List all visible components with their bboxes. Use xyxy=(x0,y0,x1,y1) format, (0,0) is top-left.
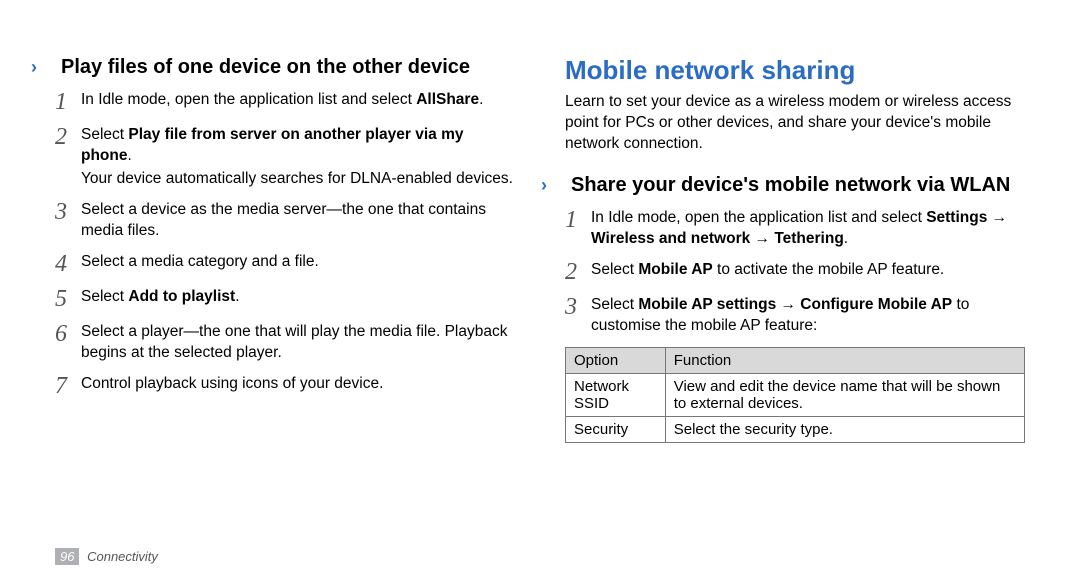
step-number: 2 xyxy=(55,125,81,190)
right-subhead: ›Share your device's mobile network via … xyxy=(565,173,1025,198)
step-body: Select a device as the media server—the … xyxy=(81,200,515,242)
table-header-row: Option Function xyxy=(566,347,1025,373)
step-number: 5 xyxy=(55,287,81,312)
table-cell-option: Network SSID xyxy=(566,373,666,416)
step-bold: AllShare xyxy=(416,91,479,108)
step-text: Select a media category and a file. xyxy=(81,252,515,273)
step-suffix: . xyxy=(844,230,848,247)
step-prefix: Select a media category and a file. xyxy=(81,253,319,270)
step-suffix: . xyxy=(479,91,483,108)
table-cell-function: View and edit the device name that will … xyxy=(665,373,1024,416)
step-suffix: . xyxy=(128,147,132,164)
table-header-function: Function xyxy=(665,347,1024,373)
step-item: 1In Idle mode, open the application list… xyxy=(55,90,515,115)
step-number: 6 xyxy=(55,322,81,364)
step-suffix: . xyxy=(235,288,239,305)
step-item: 7Control playback using icons of your de… xyxy=(55,374,515,399)
step-item: 3Select a device as the media server—the… xyxy=(55,200,515,242)
step-item: 3Select Mobile AP settings → Configure M… xyxy=(565,295,1025,337)
step-number: 3 xyxy=(55,200,81,242)
step-text: Select a device as the media server—the … xyxy=(81,200,515,242)
step-prefix: Select xyxy=(81,126,128,143)
table-cell-option: Security xyxy=(566,416,666,442)
step-bold: Add to playlist xyxy=(128,288,235,305)
right-column: Mobile network sharing Learn to set your… xyxy=(565,55,1025,443)
step-item: 6Select a player—the one that will play … xyxy=(55,322,515,364)
step-suffix: to activate the mobile AP feature. xyxy=(713,261,945,278)
step-prefix: Select xyxy=(591,261,638,278)
right-subhead-text: Share your device's mobile network via W… xyxy=(571,174,1010,196)
step-number: 3 xyxy=(565,295,591,337)
step-body: Select Mobile AP settings → Configure Mo… xyxy=(591,295,1025,337)
step-body: Control playback using icons of your dev… xyxy=(81,374,515,399)
options-table: Option Function Network SSID View and ed… xyxy=(565,347,1025,443)
main-heading: Mobile network sharing xyxy=(565,55,1025,86)
right-steps: 1In Idle mode, open the application list… xyxy=(565,208,1025,337)
step-text: Select Mobile AP settings → Configure Mo… xyxy=(591,295,1025,337)
step-body: Select a player—the one that will play t… xyxy=(81,322,515,364)
table-cell-function: Select the security type. xyxy=(665,416,1024,442)
step-text: Select Add to playlist. xyxy=(81,287,515,308)
table-header-option: Option xyxy=(566,347,666,373)
left-steps: 1In Idle mode, open the application list… xyxy=(55,90,515,399)
step-text: In Idle mode, open the application list … xyxy=(591,208,1025,250)
table-row: Network SSID View and edit the device na… xyxy=(566,373,1025,416)
left-subhead: ›Play files of one device on the other d… xyxy=(55,55,515,80)
step-body: In Idle mode, open the application list … xyxy=(591,208,1025,250)
step-body: Select Mobile AP to activate the mobile … xyxy=(591,260,1025,285)
step-extra: Your device automatically searches for D… xyxy=(81,169,515,190)
step-bold: Mobile AP xyxy=(638,261,712,278)
step-prefix: Select a player—the one that will play t… xyxy=(81,323,507,361)
step-body: In Idle mode, open the application list … xyxy=(81,90,515,115)
step-bold: Play file from server on another player … xyxy=(81,126,464,164)
step-prefix: Select xyxy=(81,288,128,305)
step-prefix: Select xyxy=(591,296,638,313)
step-item: 4Select a media category and a file. xyxy=(55,252,515,277)
step-item: 2Select Mobile AP to activate the mobile… xyxy=(565,260,1025,285)
step-item: 5Select Add to playlist. xyxy=(55,287,515,312)
left-subhead-text: Play files of one device on the other de… xyxy=(61,56,470,78)
step-number: 4 xyxy=(55,252,81,277)
step-text: Select a player—the one that will play t… xyxy=(81,322,515,364)
step-body: Select Add to playlist. xyxy=(81,287,515,312)
step-prefix: In Idle mode, open the application list … xyxy=(591,209,926,226)
step-bold: Mobile AP settings → Configure Mobile AP xyxy=(638,296,952,313)
step-prefix: Control playback using icons of your dev… xyxy=(81,375,383,392)
step-item: 1In Idle mode, open the application list… xyxy=(565,208,1025,250)
step-number: 2 xyxy=(565,260,591,285)
table-row: Security Select the security type. xyxy=(566,416,1025,442)
step-text: Select Play file from server on another … xyxy=(81,125,515,167)
footer-section: Connectivity xyxy=(87,549,158,564)
step-number: 1 xyxy=(565,208,591,250)
page-footer: 96 Connectivity xyxy=(55,549,158,564)
intro-text: Learn to set your device as a wireless m… xyxy=(565,92,1025,155)
step-item: 2Select Play file from server on another… xyxy=(55,125,515,190)
step-number: 1 xyxy=(55,90,81,115)
step-body: Select Play file from server on another … xyxy=(81,125,515,190)
left-column: ›Play files of one device on the other d… xyxy=(55,55,515,443)
step-text: Control playback using icons of your dev… xyxy=(81,374,515,395)
step-prefix: In Idle mode, open the application list … xyxy=(81,91,416,108)
page-number: 96 xyxy=(55,548,79,565)
step-body: Select a media category and a file. xyxy=(81,252,515,277)
step-number: 7 xyxy=(55,374,81,399)
step-text: In Idle mode, open the application list … xyxy=(81,90,515,111)
step-text: Select Mobile AP to activate the mobile … xyxy=(591,260,1025,281)
step-prefix: Select a device as the media server—the … xyxy=(81,201,486,239)
